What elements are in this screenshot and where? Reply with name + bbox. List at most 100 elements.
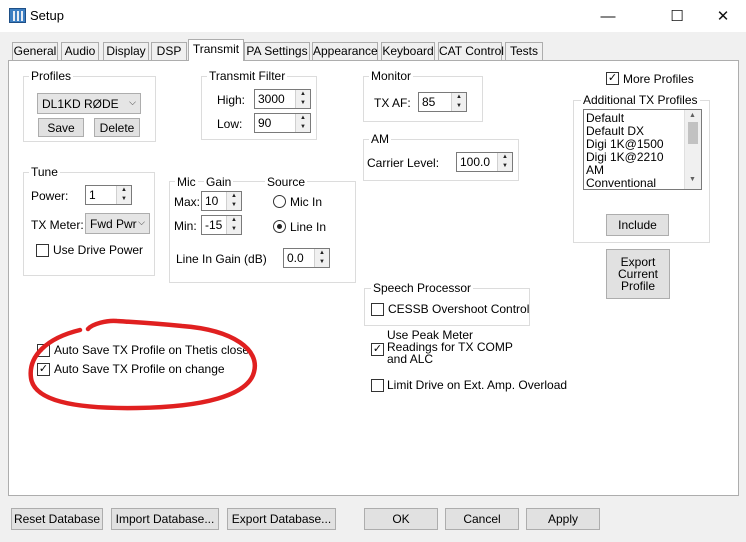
limit-drive-checkbox[interactable] xyxy=(371,379,384,392)
low-label: Low: xyxy=(217,117,243,131)
window-title: Setup xyxy=(30,8,64,23)
gain-label: Gain xyxy=(204,175,234,189)
include-button[interactable]: Include xyxy=(606,214,669,236)
cancel-button[interactable]: Cancel xyxy=(445,508,519,530)
spin-up-icon[interactable]: ▲ xyxy=(296,114,310,123)
mic-max-spinbox[interactable]: 10 ▲ ▼ xyxy=(201,191,242,211)
high-cut-spinbox[interactable]: 3000 ▲ ▼ xyxy=(254,89,311,109)
spin-down-icon[interactable]: ▼ xyxy=(117,195,131,204)
carrier-level-value: 100.0 xyxy=(460,155,491,169)
tab-pa-settings[interactable]: PA Settings xyxy=(244,42,310,60)
scroll-down-icon[interactable]: ▼ xyxy=(689,176,696,183)
app-icon xyxy=(9,8,26,23)
peak-meter-checkbox[interactable]: ✓ xyxy=(371,343,384,356)
line-in-gain-label: Line In Gain (dB) xyxy=(176,252,267,266)
scroll-thumb[interactable] xyxy=(688,122,698,144)
tab-general[interactable]: General xyxy=(12,42,58,60)
peak-meter-line-3: and ALC xyxy=(387,352,434,366)
tx-af-value: 85 xyxy=(422,95,436,109)
additional-tx-profiles-list[interactable]: Default Default DX Digi 1K@1500 Digi 1K@… xyxy=(583,109,702,190)
carrier-level-spinbox[interactable]: 100.0 ▲ ▼ xyxy=(456,152,513,172)
list-scrollbar[interactable]: ▲ ▼ xyxy=(684,110,701,189)
red-annotation-circle xyxy=(28,318,258,411)
low-cut-spinbox[interactable]: 90 ▲ ▼ xyxy=(254,113,311,133)
list-item[interactable]: Conventional xyxy=(586,177,656,190)
mic-min-spinbox[interactable]: -15 ▲ ▼ xyxy=(201,215,242,235)
mic-in-label: Mic In xyxy=(290,195,323,209)
spin-down-icon[interactable]: ▼ xyxy=(315,258,329,267)
source-label: Source xyxy=(265,175,308,189)
spin-down-icon[interactable]: ▼ xyxy=(452,102,466,111)
apply-button[interactable]: Apply xyxy=(526,508,600,530)
export-database-button[interactable]: Export Database... xyxy=(227,508,336,530)
transmit-filter-group-label: Transmit Filter xyxy=(207,69,288,83)
minimize-button[interactable]: — xyxy=(585,0,631,32)
more-profiles-checkbox[interactable]: ✓ xyxy=(606,72,619,85)
tx-meter-label: TX Meter: xyxy=(31,218,84,232)
tx-meter-value: Fwd Pwr xyxy=(90,217,137,231)
spin-up-icon[interactable]: ▲ xyxy=(296,90,310,99)
spin-down-icon[interactable]: ▼ xyxy=(498,162,512,171)
title-bar: Setup — ☐ ✕ xyxy=(0,0,746,32)
mic-min-value: -15 xyxy=(205,218,223,232)
delete-profile-button[interactable]: Delete xyxy=(94,118,140,137)
use-drive-power-checkbox[interactable] xyxy=(36,244,49,257)
close-button[interactable]: ✕ xyxy=(700,0,746,32)
ok-button[interactable]: OK xyxy=(364,508,438,530)
spin-down-icon[interactable]: ▼ xyxy=(227,201,241,210)
high-label: High: xyxy=(217,93,246,107)
spin-down-icon[interactable]: ▼ xyxy=(296,99,310,108)
chevron-down-icon: ⌵ xyxy=(129,97,136,107)
tab-audio[interactable]: Audio xyxy=(61,42,99,60)
tx-af-spinbox[interactable]: 85 ▲ ▼ xyxy=(418,92,467,112)
tab-transmit[interactable]: Transmit xyxy=(188,39,244,61)
spin-up-icon[interactable]: ▲ xyxy=(227,192,241,201)
tune-group-label: Tune xyxy=(29,165,60,179)
export-current-profile-button[interactable]: Export Current Profile xyxy=(606,249,670,299)
mic-max-label: Max: xyxy=(174,195,201,209)
import-database-button[interactable]: Import Database... xyxy=(111,508,219,530)
cessb-checkbox[interactable] xyxy=(371,303,384,316)
speech-processor-label: Speech Processor xyxy=(371,281,474,295)
more-profiles-label: More Profiles xyxy=(623,72,694,86)
spin-down-icon[interactable]: ▼ xyxy=(227,225,241,234)
line-in-gain-spinbox[interactable]: 0.0 ▲ ▼ xyxy=(283,248,330,268)
mic-label: Mic xyxy=(175,175,198,189)
spin-down-icon[interactable]: ▼ xyxy=(296,123,310,132)
spin-up-icon[interactable]: ▲ xyxy=(227,216,241,225)
maximize-button[interactable]: ☐ xyxy=(654,0,700,32)
tab-keyboard[interactable]: Keyboard xyxy=(381,42,435,60)
tune-power-value: 1 xyxy=(89,188,96,202)
tx-meter-select[interactable]: Fwd Pwr ⌵ xyxy=(85,213,150,234)
spin-up-icon[interactable]: ▲ xyxy=(498,153,512,162)
spin-up-icon[interactable]: ▲ xyxy=(315,249,329,258)
export-line-3: Profile xyxy=(620,279,655,293)
use-drive-power-label: Use Drive Power xyxy=(53,243,144,257)
tab-tests[interactable]: Tests xyxy=(505,42,543,60)
tab-dsp[interactable]: DSP xyxy=(151,42,187,60)
line-in-radio[interactable] xyxy=(273,220,286,233)
cessb-label: CESSB Overshoot Control xyxy=(388,302,530,316)
profile-select-value: DL1KD RØDE xyxy=(42,97,119,111)
line-in-gain-value: 0.0 xyxy=(287,251,304,265)
mic-min-label: Min: xyxy=(174,219,197,233)
profile-select[interactable]: DL1KD RØDE ⌵ xyxy=(37,93,141,114)
tab-display[interactable]: Display xyxy=(103,42,149,60)
line-in-label: Line In xyxy=(290,220,327,234)
power-label: Power: xyxy=(31,189,69,203)
scroll-up-icon[interactable]: ▲ xyxy=(689,112,696,119)
tab-cat-control[interactable]: CAT Control xyxy=(438,42,504,60)
high-cut-value: 3000 xyxy=(258,92,285,106)
reset-database-button[interactable]: Reset Database xyxy=(11,508,103,530)
tune-power-spinbox[interactable]: 1 ▲ ▼ xyxy=(85,185,132,205)
additional-tx-profiles-label: Additional TX Profiles xyxy=(581,93,700,107)
spin-up-icon[interactable]: ▲ xyxy=(117,186,131,195)
spin-up-icon[interactable]: ▲ xyxy=(452,93,466,102)
tab-appearance[interactable]: Appearance xyxy=(312,42,378,60)
chevron-down-icon: ⌵ xyxy=(138,217,145,227)
carrier-level-label: Carrier Level: xyxy=(367,156,440,170)
mic-in-radio[interactable] xyxy=(273,195,286,208)
save-profile-button[interactable]: Save xyxy=(38,118,84,137)
tx-af-label: TX AF: xyxy=(374,96,411,110)
am-group-label: AM xyxy=(369,132,391,146)
